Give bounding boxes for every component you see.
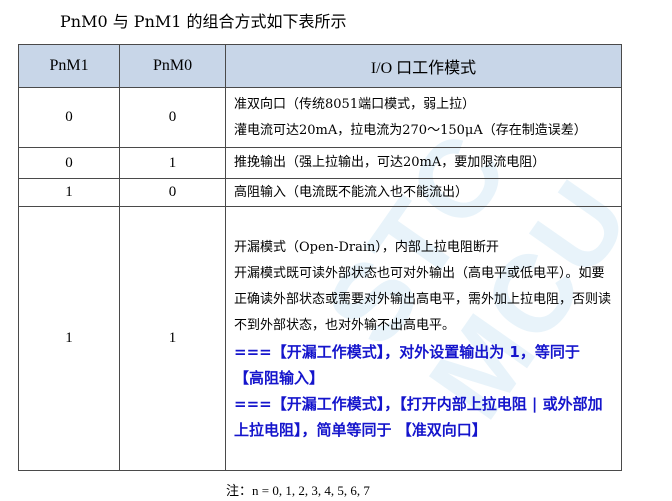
table-row: 0 0 准双向口（传统8051端口模式，弱上拉） 灌电流可达20mA，拉电流为2… [18,87,622,148]
mode-line: 灌电流可达20mA，拉电流为270～150μA（存在制造误差） [234,122,587,138]
pnm0-cell: 0 [119,178,226,207]
mode-cell: 开漏模式（Open-Drain），内部上拉电阻断开 开漏模式既可读外部状态也可对… [225,206,622,471]
mode-cell: 推挽输出（强上拉输出，可达20mA，要加限流电阻） [225,147,622,179]
header-mode: I/O 口工作模式 [225,44,622,88]
pnm1-cell: 0 [18,147,120,179]
pnm0-cell: 0 [119,87,226,148]
pnm1-cell: 1 [18,178,120,207]
mode-line: 开漏模式（Open-Drain），内部上拉电阻断开 [234,239,499,255]
pnm0-cell: 1 [119,147,226,179]
mode-paragraph: 开漏模式既可读外部状态也可对外输出（高电平或低电平）。如要正确读外部状态或需要对… [234,265,612,333]
table-row: 1 1 开漏模式（Open-Drain），内部上拉电阻断开 开漏模式既可读外部状… [18,206,622,471]
open-drain-note: ===【开漏工作模式】，对外设置输出为 1，等同于 【高阻输入】 [234,342,580,387]
mode-line: 推挽输出（强上拉输出，可达20mA，要加限流电阻） [234,155,546,170]
header-pnm0: PnM0 [119,44,226,88]
mode-line: 准双向口（传统8051端口模式，弱上拉） [234,96,476,112]
header-row: PnM1 PnM0 I/O 口工作模式 [18,44,622,88]
mode-cell: 准双向口（传统8051端口模式，弱上拉） 灌电流可达20mA，拉电流为270～1… [225,87,622,148]
footnote: 注：n = 0, 1, 2, 3, 4, 5, 6, 7 [226,483,370,498]
header-pnm1: PnM1 [18,44,120,88]
mode-line: 高阻输入（电流既不能流入也不能流出） [234,184,469,200]
table-caption: PnM0 与 PnM1 的组合方式如下表所示 [60,12,347,31]
pnm1-cell: 1 [18,206,120,471]
io-mode-table: PnM1 PnM0 I/O 口工作模式 0 0 准双向口（传统8051端口模式，… [18,44,622,471]
mode-cell: 高阻输入（电流既不能流入也不能流出） [225,178,622,207]
open-drain-note: ===【开漏工作模式】，【打开内部上拉电阻 | 或外部加上拉电阻】，简单等同于 … [234,394,603,439]
pnm0-cell: 1 [119,206,226,471]
table-row: 1 0 高阻输入（电流既不能流入也不能流出） [18,178,622,207]
table-row: 0 1 推挽输出（强上拉输出，可达20mA，要加限流电阻） [18,147,622,179]
pnm1-cell: 0 [18,87,120,148]
